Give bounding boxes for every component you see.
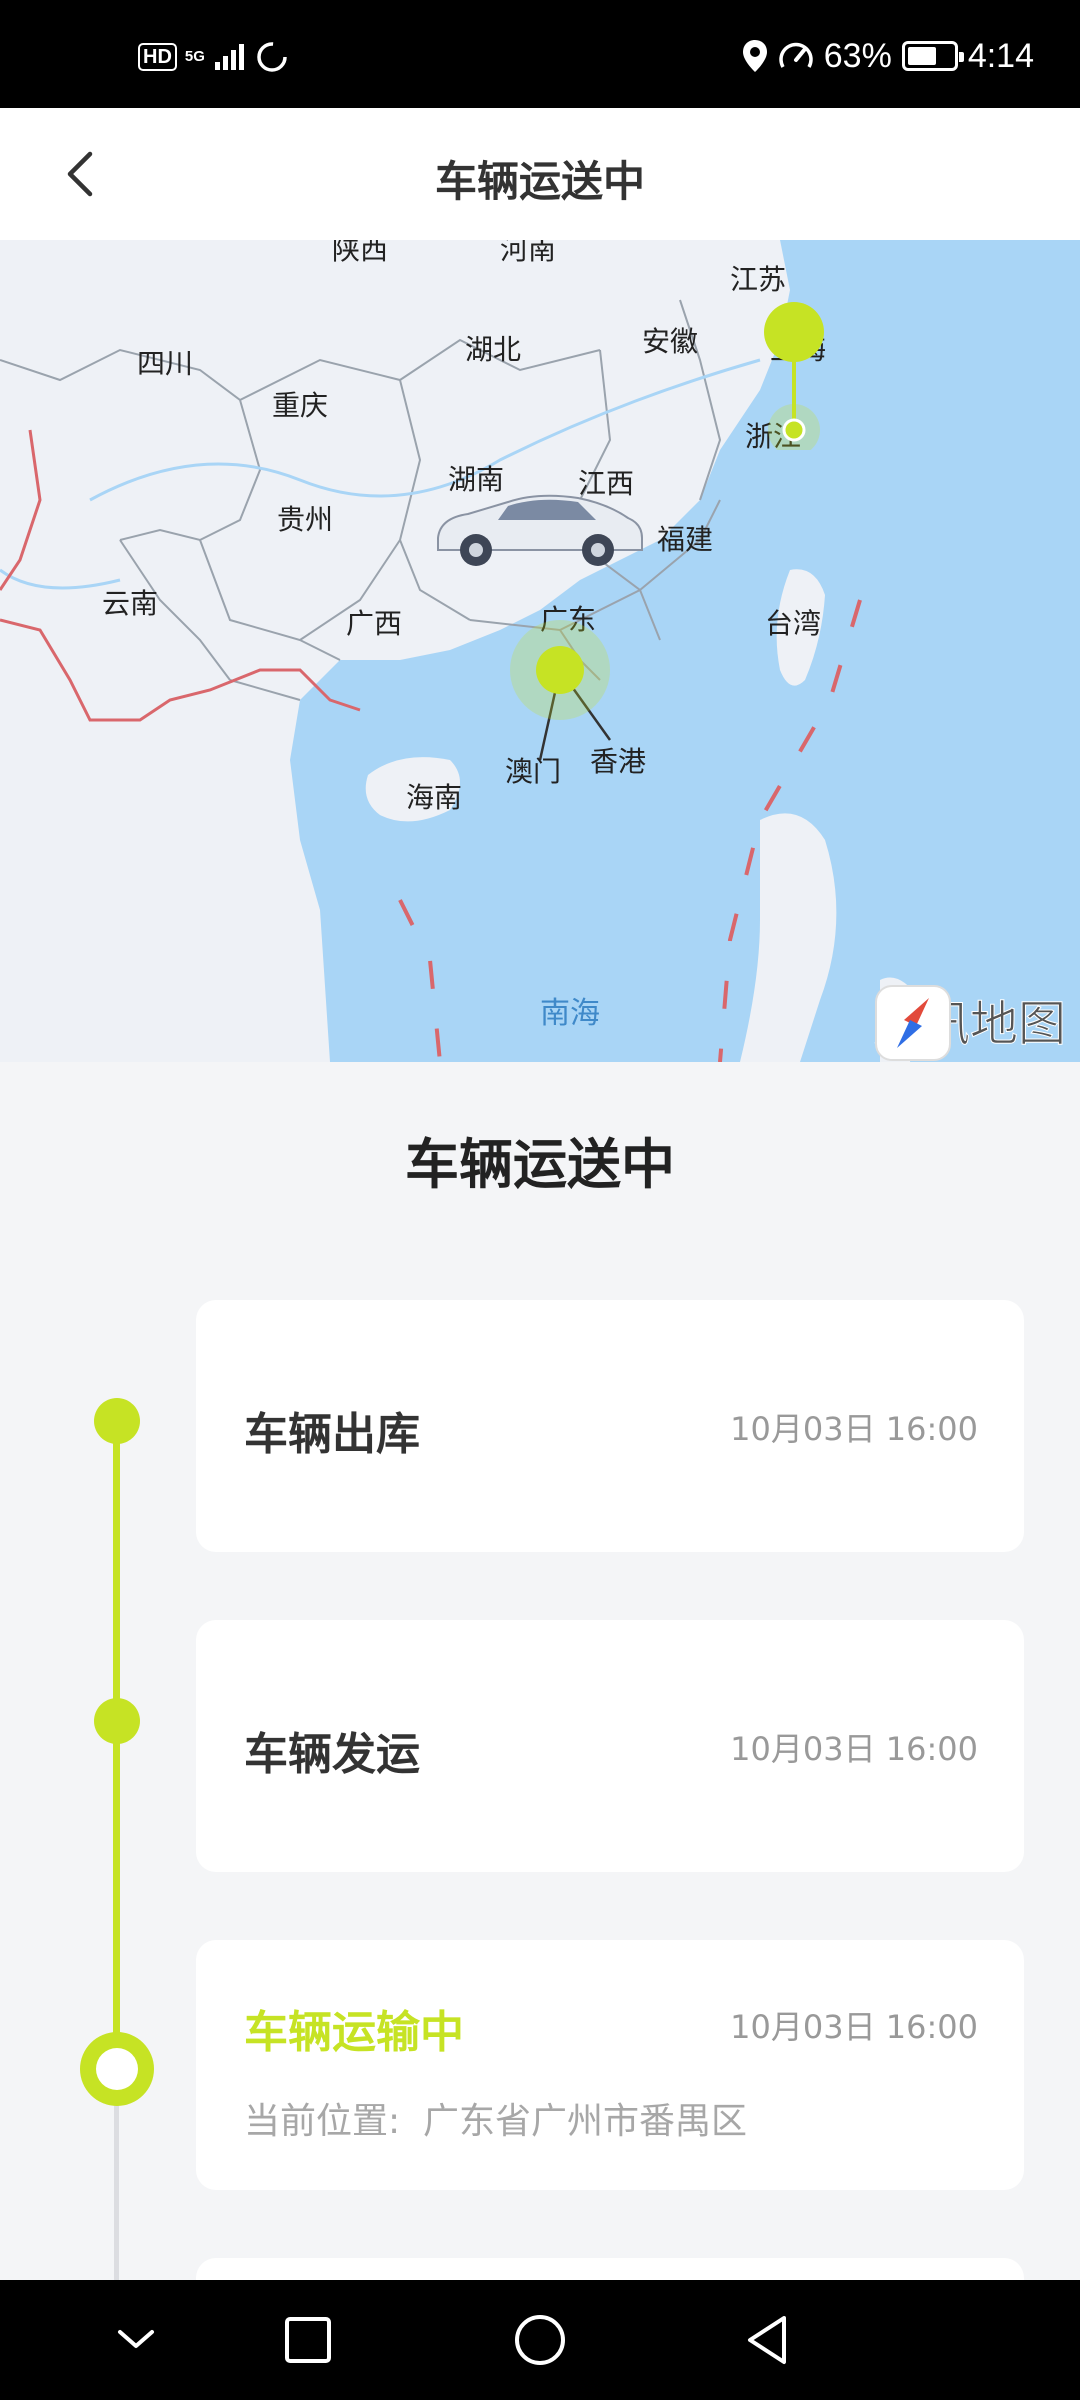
map-label-fujian: 福建 [657,523,714,556]
timeline-dot-1 [94,1398,140,1444]
battery-percent: 63% [823,36,892,75]
nav-recents-icon[interactable] [278,2310,338,2370]
map-label-anhui: 安徽 [642,325,699,358]
map-label-guangxi: 广西 [346,607,403,640]
timeline-card-2[interactable]: 车辆发运 10月03日 16:00 [196,1620,1024,1872]
timeline-label: 车辆出库 [244,1409,420,1460]
timeline-time: 10月03日 16:00 [730,1730,978,1768]
nav-home-icon[interactable] [510,2310,570,2370]
status-bar: HD 5G 63% 4:14 [0,0,1080,108]
timeline-label: 车辆运输中 [244,2007,464,2058]
timeline-dot-2 [94,1698,140,1744]
location-value: 广东省广州市番禺区 [423,2101,748,2142]
timeline-dot-current [80,2032,154,2106]
timeline-time: 10月03日 16:00 [730,1410,978,1448]
loading-icon [257,42,287,72]
compass-icon [874,985,951,1061]
map-label-henan: 河南 [500,240,557,266]
timeline-label: 车辆发运 [244,1729,420,1780]
map-credit: 腾讯地图 [873,984,1067,1061]
map-label-chongqing: 重庆 [272,389,329,422]
map-label-south-sea: 南海 [540,996,600,1031]
timeline-card-1[interactable]: 车辆出库 10月03日 16:00 [196,1300,1024,1552]
status-left: HD 5G [138,40,289,74]
origin-marker-icon[interactable] [508,618,612,722]
map-label-guizhou: 贵州 [277,503,334,536]
current-location: 当前位置: 广东省广州市番禺区 [244,2092,747,2144]
timeline-time: 10月03日 16:00 [730,2008,978,2046]
location-label: 当前位置: [244,2101,401,2142]
nav-down-icon[interactable] [106,2310,166,2370]
app-header: 车辆运送中 [0,108,1080,240]
hd-badge: HD [138,43,177,71]
nav-back-icon[interactable] [738,2310,798,2370]
timeline-line-active [113,1422,120,2068]
map-view[interactable]: 陕西 河南 江苏 四川 湖北 安徽 上海 重庆 浙江 湖南 江西 贵州 福建 云… [0,240,1080,1062]
destination-pin-icon[interactable] [752,290,836,450]
speed-icon [779,42,813,68]
location-icon [742,40,767,72]
map-label-taiwan: 台湾 [765,607,822,640]
clock: 4:14 [967,36,1034,75]
battery-icon [901,41,964,71]
car-icon [437,494,643,566]
map-label-hubei: 湖北 [465,333,522,366]
map-label-macau: 澳门 [505,755,562,788]
status-right: 63% 4:14 [742,36,1034,76]
map-label-sichuan: 四川 [137,347,194,380]
page-title: 车辆运送中 [434,157,645,206]
timeline-card-3[interactable]: 车辆运输中 10月03日 16:00 当前位置: 广东省广州市番禺区 [196,1940,1024,2190]
system-nav-bar [0,2280,1080,2400]
signal-icon [214,44,244,70]
section-title: 车辆运送中 [405,1133,675,1196]
map-label-shaanxi: 陕西 [332,240,389,266]
map-label-hongkong: 香港 [590,745,647,778]
network-type: 5G [184,48,205,65]
map-label-yunnan: 云南 [102,587,159,620]
map-label-hainan: 海南 [406,781,463,814]
